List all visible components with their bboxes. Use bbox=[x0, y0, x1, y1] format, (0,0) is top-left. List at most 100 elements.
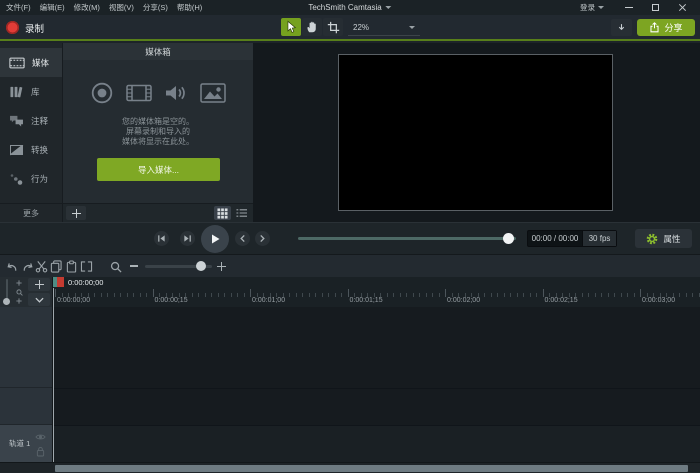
app-title: TechSmith Camtasia bbox=[308, 0, 391, 15]
timeline-left-controls bbox=[0, 277, 53, 307]
timeline-body[interactable]: 轨道 1 bbox=[0, 307, 700, 462]
playhead-time-label: 0:00:00;00 bbox=[68, 278, 103, 287]
sidebar-tab-media[interactable]: 媒体 bbox=[0, 48, 62, 77]
minimize-button[interactable] bbox=[615, 0, 642, 15]
timeline-zoom-slider-handle[interactable] bbox=[196, 261, 206, 271]
cursor-icon bbox=[284, 20, 298, 34]
app-title-text: TechSmith Camtasia bbox=[308, 3, 381, 12]
ruler-labels: 0:00:00;000:00:00;150:00:01;000:00:01;15… bbox=[0, 297, 700, 307]
menu-share[interactable]: 分享(S) bbox=[143, 2, 168, 13]
track-visibility-toggle[interactable] bbox=[34, 431, 47, 442]
menu-view[interactable]: 视图(V) bbox=[109, 2, 134, 13]
image-icon bbox=[200, 81, 226, 105]
playback-bar: 00:00 / 00:00 30 fps 属性 bbox=[0, 222, 700, 254]
record-label: 录制 bbox=[25, 21, 44, 35]
maximize-button[interactable] bbox=[642, 0, 669, 15]
ruler-label: 0:00:03;00 bbox=[642, 297, 675, 304]
add-media-button[interactable] bbox=[66, 206, 86, 220]
pan-tool-button[interactable] bbox=[302, 18, 322, 36]
sidebar-tab-label: 库 bbox=[31, 86, 40, 98]
timeline-ruler[interactable]: 0:00:00;000:00:00;150:00:01;000:00:01;15… bbox=[0, 277, 700, 307]
lock-icon bbox=[36, 446, 45, 457]
chevron-down-icon bbox=[35, 297, 44, 303]
export-download-button[interactable] bbox=[611, 19, 632, 36]
sidebar-more-button[interactable]: 更多 bbox=[0, 203, 62, 222]
media-bin-bottom-bar bbox=[63, 203, 253, 222]
share-icon bbox=[649, 22, 660, 33]
menu-file[interactable]: 文件(F) bbox=[6, 2, 31, 13]
track-options-button[interactable] bbox=[28, 293, 50, 306]
previous-frame-button[interactable] bbox=[154, 231, 169, 246]
cursor-tool-button[interactable] bbox=[281, 18, 301, 36]
timeline-scrollbar-thumb[interactable] bbox=[55, 465, 688, 472]
sidebar-tab-label: 媒体 bbox=[32, 57, 49, 69]
play-button[interactable] bbox=[201, 225, 229, 253]
hand-icon bbox=[305, 20, 319, 34]
track-1-header[interactable]: 轨道 1 bbox=[0, 425, 52, 462]
track-1-lane[interactable] bbox=[53, 426, 700, 462]
menu-help[interactable]: 帮助(H) bbox=[177, 2, 202, 13]
ruler-tick bbox=[543, 289, 544, 297]
plus-icon[interactable] bbox=[16, 280, 22, 286]
sidebar-tab-label: 转换 bbox=[31, 144, 48, 156]
gear-icon bbox=[646, 233, 658, 245]
ruler-tick bbox=[250, 289, 251, 297]
track-lock-toggle[interactable] bbox=[34, 446, 47, 457]
properties-button[interactable]: 属性 bbox=[635, 229, 692, 248]
crop-icon bbox=[327, 21, 340, 34]
sidebar-tab-label: 注释 bbox=[31, 115, 48, 127]
playhead-out-handle[interactable] bbox=[57, 277, 64, 287]
add-track-button[interactable] bbox=[28, 278, 50, 291]
chevron-down-icon bbox=[409, 26, 415, 29]
preview-scrubber-track[interactable] bbox=[298, 237, 516, 240]
canvas-zoom-dropdown[interactable]: 22% bbox=[348, 19, 420, 36]
menu-edit[interactable]: 编辑(E) bbox=[40, 2, 65, 13]
grid-view-button[interactable] bbox=[214, 206, 231, 220]
sidebar-tab-annotations[interactable]: 注释 bbox=[0, 106, 62, 135]
record-circle-icon bbox=[90, 81, 114, 105]
next-frame-button[interactable] bbox=[180, 231, 195, 246]
list-view-icon bbox=[236, 208, 247, 218]
jump-forward-button[interactable] bbox=[255, 231, 270, 246]
sidebar-tab-library[interactable]: 库 bbox=[0, 77, 62, 106]
share-button[interactable]: 分享 bbox=[637, 19, 695, 36]
crop-tool-button[interactable] bbox=[323, 18, 343, 36]
plus-icon[interactable] bbox=[16, 298, 22, 304]
menu-modify[interactable]: 修改(M) bbox=[74, 2, 100, 13]
timeline-scrollbar[interactable] bbox=[0, 462, 700, 473]
import-media-button[interactable]: 导入媒体... bbox=[97, 158, 220, 181]
next-frame-icon bbox=[183, 234, 192, 243]
time-display: 00:00 / 00:00 bbox=[528, 234, 582, 243]
record-button[interactable]: 录制 bbox=[6, 19, 44, 36]
timeline-zoom-search-button[interactable] bbox=[107, 258, 125, 275]
sign-in-button[interactable]: 登录 bbox=[580, 0, 604, 15]
timeline-zoom-out-button[interactable] bbox=[128, 260, 140, 272]
minus-icon bbox=[130, 265, 138, 266]
playhead-line[interactable] bbox=[53, 288, 54, 462]
magnifier-icon[interactable] bbox=[16, 289, 23, 296]
window-controls bbox=[615, 0, 696, 15]
sidebar-tab-transitions[interactable]: 转换 bbox=[0, 135, 62, 164]
paste-icon bbox=[66, 260, 77, 273]
sidebar-tabs: 媒体 库 注释 转换 行为 bbox=[0, 48, 62, 193]
timeline-toolbar bbox=[0, 254, 700, 277]
undo-button[interactable] bbox=[2, 258, 20, 275]
time-display-box: 00:00 / 00:00 30 fps bbox=[527, 230, 617, 247]
track-header-column: 轨道 1 bbox=[0, 307, 53, 462]
filmstrip-icon bbox=[126, 81, 152, 105]
list-view-button[interactable] bbox=[233, 206, 250, 220]
ruler-label: 0:00:00;15 bbox=[155, 297, 188, 304]
timeline-zoom-in-button[interactable] bbox=[215, 260, 227, 272]
sidebar-tab-behaviors[interactable]: 行为 bbox=[0, 164, 62, 193]
preview-scrubber-handle[interactable] bbox=[503, 233, 514, 244]
preview-stage[interactable] bbox=[338, 54, 613, 211]
canvas-area bbox=[253, 43, 700, 222]
track-height-slider-knob[interactable] bbox=[3, 298, 10, 305]
split-button[interactable] bbox=[77, 258, 95, 275]
library-icon bbox=[9, 85, 24, 98]
main-area: 媒体 库 注释 转换 行为 bbox=[0, 43, 700, 222]
jump-back-button[interactable] bbox=[235, 231, 250, 246]
record-icon bbox=[6, 21, 19, 34]
fps-display[interactable]: 30 fps bbox=[582, 231, 616, 246]
close-button[interactable] bbox=[669, 0, 696, 15]
